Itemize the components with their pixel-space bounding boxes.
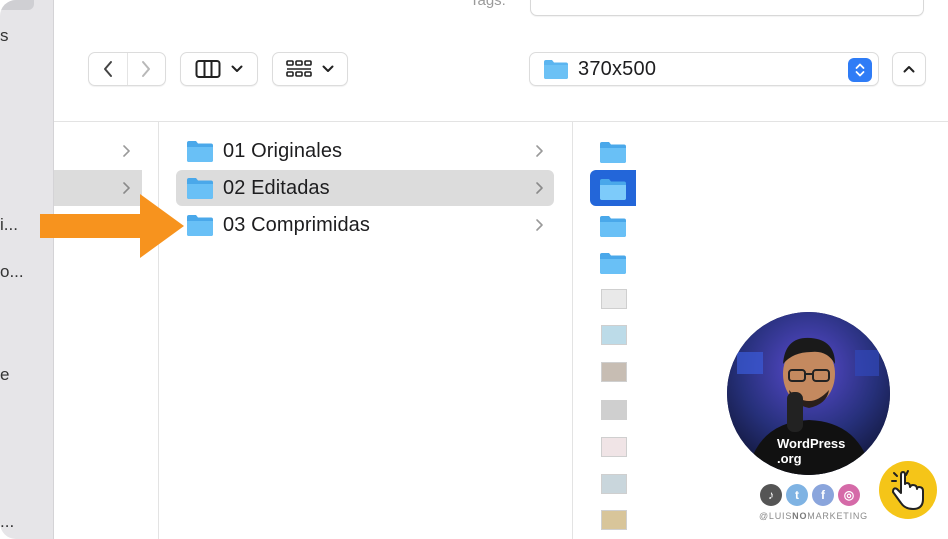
list-item[interactable]: 01 Originales [176,133,554,169]
twitter-icon[interactable]: t [786,484,808,506]
finder-window: s i... o... e ... Tags: 370x500 01 Origi… [0,0,948,539]
shirt-logo-text: WordPress .org [777,436,846,466]
sidebar-item-label[interactable]: i... [0,215,18,235]
creator-handle: @LUISNOMARKETING [759,511,868,521]
image-thumbnail[interactable] [601,510,627,530]
back-button[interactable] [89,53,127,85]
tags-input[interactable] [530,0,924,16]
column-divider[interactable] [158,122,159,539]
facebook-icon[interactable]: f [812,484,834,506]
folder-name: 01 Originales [223,139,343,162]
forward-button[interactable] [126,53,165,85]
folder-icon [544,60,568,79]
column-divider[interactable] [572,122,573,539]
image-thumbnail[interactable] [601,289,627,309]
folder-icon[interactable] [598,251,628,275]
path-stepper[interactable] [848,58,872,82]
image-thumbnail[interactable] [601,325,627,345]
chevron-left-icon [103,61,112,77]
view-mode-button[interactable] [180,52,258,86]
sidebar-item-label[interactable]: e [0,365,9,385]
image-thumbnail[interactable] [601,400,627,420]
annotation-arrow-icon [40,194,184,258]
chevron-right-icon [536,145,543,157]
image-thumbnail[interactable] [601,362,627,382]
chevron-down-icon [322,65,334,72]
chevron-down-icon [231,65,243,72]
tags-label: Tags: [470,0,506,9]
sidebar-item-label[interactable]: s [0,26,9,46]
list-item[interactable]: 03 Comprimidas [176,207,554,243]
folder-icon [187,141,213,162]
image-thumbnail[interactable] [601,437,627,457]
path-folder-name: 370x500 [578,57,657,80]
social-icons: ♪ t f ◎ [760,484,860,506]
sidebar-item-label[interactable]: o... [0,262,24,282]
sidebar-item-label[interactable]: ... [0,512,14,532]
chevron-up-icon [903,66,915,73]
presenter-avatar: WordPress .org [727,312,890,475]
columns-view-icon [195,60,221,78]
image-thumbnail[interactable] [601,474,627,494]
collapse-button[interactable] [892,52,926,86]
folder-icon[interactable] [598,140,628,164]
chevron-right-icon [536,219,543,231]
sidebar: s i... o... e ... [0,0,54,539]
chevron-right-icon [123,145,130,157]
chevron-right-icon [536,182,543,194]
folder-name: 03 Comprimidas [223,213,371,236]
tiktok-icon[interactable]: ♪ [760,484,782,506]
folder-icon [187,215,213,236]
folder-icon [187,178,213,199]
folder-name: 02 Editadas [223,176,330,199]
folder-icon[interactable] [598,177,628,201]
chevron-right-icon [123,182,130,194]
up-down-chevrons-icon [855,63,865,77]
navigation-group [88,52,166,86]
path-popup[interactable]: 370x500 [529,52,879,86]
sidebar-selected-item[interactable] [0,0,34,10]
grid-group-icon [286,60,312,77]
list-item-selected[interactable]: 02 Editadas [176,170,554,206]
group-button[interactable] [272,52,348,86]
instagram-icon[interactable]: ◎ [838,484,860,506]
pointing-hand-icon [879,461,937,519]
folder-icon[interactable] [598,214,628,238]
toolbar-divider [54,121,948,122]
chevron-right-icon [142,61,151,77]
